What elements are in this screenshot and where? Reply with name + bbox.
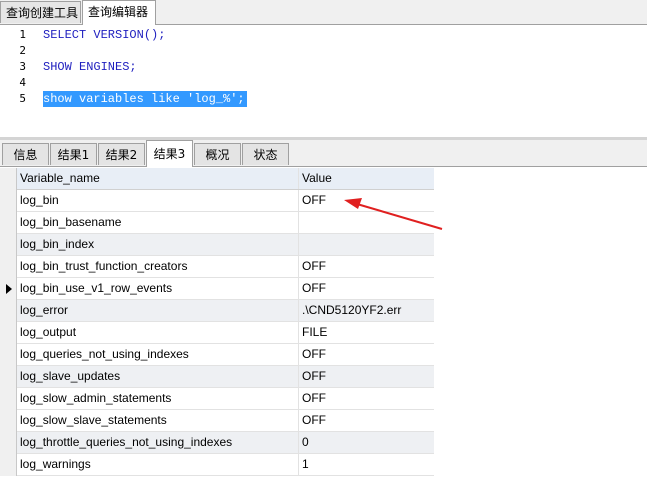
result-grid[interactable]: Variable_name Value log_bin OFF log_bin_… — [0, 168, 647, 488]
code-line-selected[interactable]: show variables like 'log_%'; — [43, 91, 247, 107]
line-number: 2 — [19, 44, 26, 57]
column-header-variable-name[interactable]: Variable_name — [17, 168, 299, 189]
line-number: 3 — [19, 60, 26, 73]
cell-value[interactable]: .\CND5120YF2.err — [299, 300, 434, 321]
row-indicator[interactable] — [0, 234, 17, 256]
cell-value[interactable]: 1 — [299, 454, 434, 475]
column-header-value[interactable]: Value — [299, 168, 434, 189]
cell-value[interactable] — [299, 212, 434, 233]
line-number: 4 — [19, 76, 26, 89]
row-indicator[interactable] — [0, 410, 17, 432]
line-number: 5 — [19, 92, 26, 105]
cell-variable-name[interactable]: log_bin_trust_function_creators — [17, 256, 299, 277]
cell-value[interactable]: 0 — [299, 432, 434, 453]
current-row-icon — [6, 284, 12, 294]
code-line[interactable]: SHOW ENGINES; — [43, 59, 137, 75]
table-row[interactable]: log_bin_use_v1_row_events OFF — [17, 278, 434, 300]
sql-editor[interactable]: 1 2 3 4 5 SELECT VERSION(); SHOW ENGINES… — [0, 25, 647, 137]
table-row[interactable]: log_bin_index — [17, 234, 434, 256]
row-indicator[interactable] — [0, 432, 17, 454]
row-indicator[interactable] — [0, 388, 17, 410]
row-indicator[interactable] — [0, 322, 17, 344]
row-indicator — [0, 168, 17, 190]
table-row[interactable]: log_bin_basename — [17, 212, 434, 234]
cell-variable-name[interactable]: log_slave_updates — [17, 366, 299, 387]
tab-status[interactable]: 状态 — [242, 143, 289, 165]
cell-value[interactable]: OFF — [299, 344, 434, 365]
cell-variable-name[interactable]: log_bin_basename — [17, 212, 299, 233]
result-tab-strip: 信息 结果1 结果2 结果3 概况 状态 — [0, 140, 647, 167]
tab-query-editor[interactable]: 查询编辑器 — [82, 0, 156, 25]
cell-value[interactable]: OFF — [299, 388, 434, 409]
tab-result-3[interactable]: 结果3 — [146, 140, 193, 167]
tab-query-builder[interactable]: 查询创建工具 — [0, 1, 81, 23]
cell-variable-name[interactable]: log_error — [17, 300, 299, 321]
cell-value[interactable]: OFF — [299, 410, 434, 431]
table-row[interactable]: log_bin OFF — [17, 190, 434, 212]
cell-value[interactable] — [299, 234, 434, 255]
row-indicator[interactable] — [0, 300, 17, 322]
table-row[interactable]: log_slow_admin_statements OFF — [17, 388, 434, 410]
table-row[interactable]: log_warnings 1 — [17, 454, 434, 476]
cell-variable-name[interactable]: log_slow_slave_statements — [17, 410, 299, 431]
grid-header: Variable_name Value — [17, 168, 434, 190]
tab-info[interactable]: 信息 — [2, 143, 49, 165]
top-tab-strip: 查询创建工具 查询编辑器 — [0, 0, 647, 25]
code-line[interactable]: SELECT VERSION(); — [43, 27, 165, 43]
cell-variable-name[interactable]: log_warnings — [17, 454, 299, 475]
cell-value[interactable]: OFF — [299, 278, 434, 299]
table-row[interactable]: log_bin_trust_function_creators OFF — [17, 256, 434, 278]
tab-overview[interactable]: 概况 — [194, 143, 241, 165]
row-indicator[interactable] — [0, 344, 17, 366]
cell-variable-name[interactable]: log_bin_use_v1_row_events — [17, 278, 299, 299]
table-row[interactable]: log_output FILE — [17, 322, 434, 344]
tab-result-2[interactable]: 结果2 — [98, 143, 145, 165]
cell-value[interactable]: OFF — [299, 366, 434, 387]
cell-value[interactable]: OFF — [299, 190, 434, 211]
cell-variable-name[interactable]: log_queries_not_using_indexes — [17, 344, 299, 365]
tab-result-1[interactable]: 结果1 — [50, 143, 97, 165]
cell-variable-name[interactable]: log_slow_admin_statements — [17, 388, 299, 409]
row-indicator[interactable] — [0, 454, 17, 476]
table-row[interactable]: log_throttle_queries_not_using_indexes 0 — [17, 432, 434, 454]
table-row[interactable]: log_slow_slave_statements OFF — [17, 410, 434, 432]
row-indicator-current[interactable] — [0, 278, 17, 300]
row-indicator[interactable] — [0, 256, 17, 278]
table-row[interactable]: log_slave_updates OFF — [17, 366, 434, 388]
row-indicator[interactable] — [0, 212, 17, 234]
row-indicator[interactable] — [0, 366, 17, 388]
table-row[interactable]: log_queries_not_using_indexes OFF — [17, 344, 434, 366]
cell-variable-name[interactable]: log_throttle_queries_not_using_indexes — [17, 432, 299, 453]
line-number-gutter: 1 2 3 4 5 — [0, 25, 36, 137]
cell-variable-name[interactable]: log_output — [17, 322, 299, 343]
row-indicator[interactable] — [0, 190, 17, 212]
cell-variable-name[interactable]: log_bin — [17, 190, 299, 211]
line-number: 1 — [19, 28, 26, 41]
cell-variable-name[interactable]: log_bin_index — [17, 234, 299, 255]
cell-value[interactable]: FILE — [299, 322, 434, 343]
cell-value[interactable]: OFF — [299, 256, 434, 277]
table-row[interactable]: log_error .\CND5120YF2.err — [17, 300, 434, 322]
